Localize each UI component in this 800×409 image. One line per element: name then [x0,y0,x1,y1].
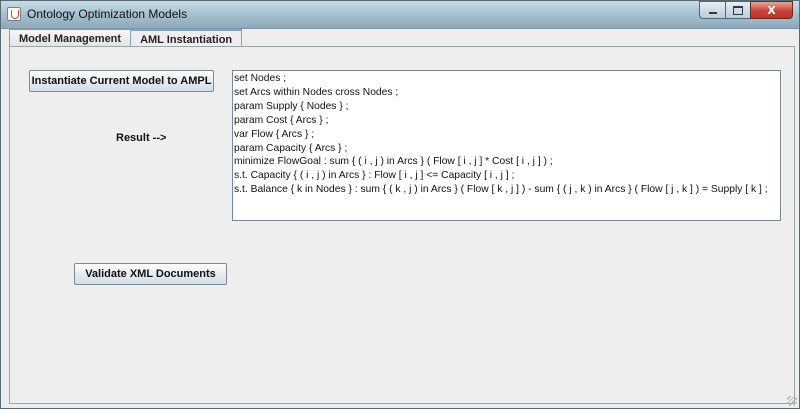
window-title: Ontology Optimization Models [27,7,188,21]
result-line: param Capacity { Arcs } ; [234,142,348,154]
tab-strip: Model Management AML Instantiation [9,29,243,48]
java-cup-icon [7,7,21,21]
window-controls: X [699,1,793,20]
result-line: set Arcs within Nodes cross Nodes ; [234,86,399,98]
result-line: param Cost { Arcs } ; [234,114,329,126]
result-line: minimize FlowGoal : sum { ( i , j ) in A… [234,156,553,168]
close-icon: X [767,3,776,17]
minimize-button[interactable] [699,1,725,19]
tab-model-management[interactable]: Model Management [9,29,132,47]
result-line: s.t. Balance { k in Nodes } : sum { ( k … [234,184,768,196]
resize-grip[interactable] [787,396,797,406]
maximize-button[interactable] [725,1,750,19]
result-text-area[interactable]: set Nodes ; set Arcs within Nodes cross N… [232,70,781,221]
maximize-icon [733,5,743,15]
result-line: set Nodes ; [234,73,287,84]
result-line: var Flow { Arcs } ; [234,128,315,140]
result-line: s.t. Capacity { ( i , j ) in Arcs } : Fl… [234,170,515,182]
instantiate-model-button[interactable]: Instantiate Current Model to AMPL [29,70,214,92]
validate-xml-button[interactable]: Validate XML Documents [74,263,227,285]
result-line: param Supply { Nodes } ; [234,100,349,112]
app-window: Ontology Optimization Models X Model Man… [0,0,800,409]
title-bar[interactable]: Ontology Optimization Models X [1,1,799,29]
close-button[interactable]: X [750,1,793,19]
minimize-icon [708,12,717,14]
result-label: Result --> [116,132,167,144]
